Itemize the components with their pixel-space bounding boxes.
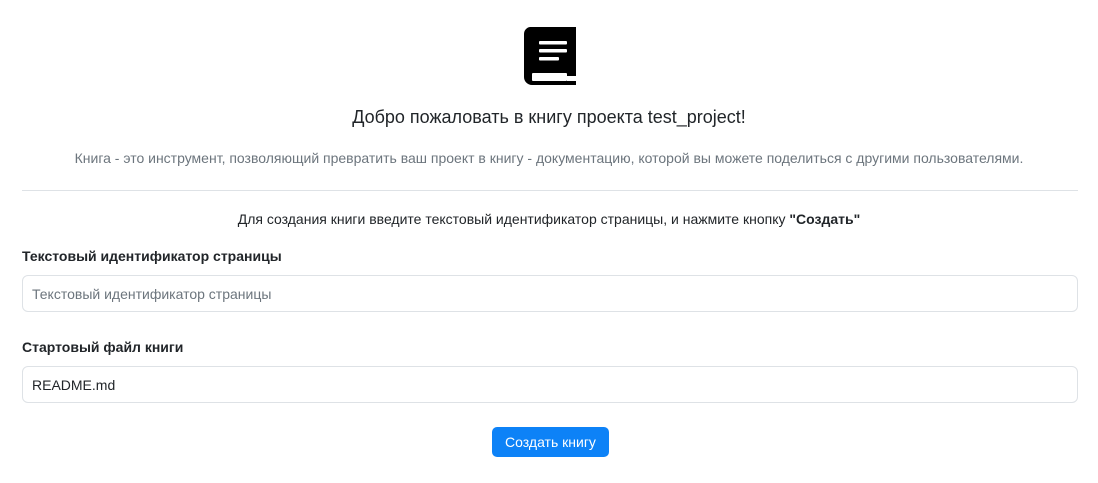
divider bbox=[22, 190, 1078, 191]
welcome-title: Добро пожаловать в книгу проекта test_pr… bbox=[352, 107, 746, 127]
page-id-label: Текстовый идентификатор страницы bbox=[22, 248, 282, 264]
create-book-button[interactable]: Создать книгу bbox=[492, 427, 609, 457]
instruction-main: Для создания книги введите текстовый иде… bbox=[237, 211, 790, 227]
start-file-label: Стартовый файл книги bbox=[22, 339, 184, 355]
book-icon bbox=[523, 27, 576, 85]
start-file-input[interactable] bbox=[22, 366, 1078, 403]
instruction-button-ref: "Создать" bbox=[789, 211, 861, 227]
book-setup-page: Добро пожаловать в книгу проекта test_pr… bbox=[0, 0, 1098, 483]
page-id-input[interactable] bbox=[22, 275, 1078, 312]
instruction-text: Для создания книги введите текстовый иде… bbox=[0, 209, 1098, 229]
book-description: Книга - это инструмент, позволяющий прев… bbox=[74, 150, 1024, 166]
